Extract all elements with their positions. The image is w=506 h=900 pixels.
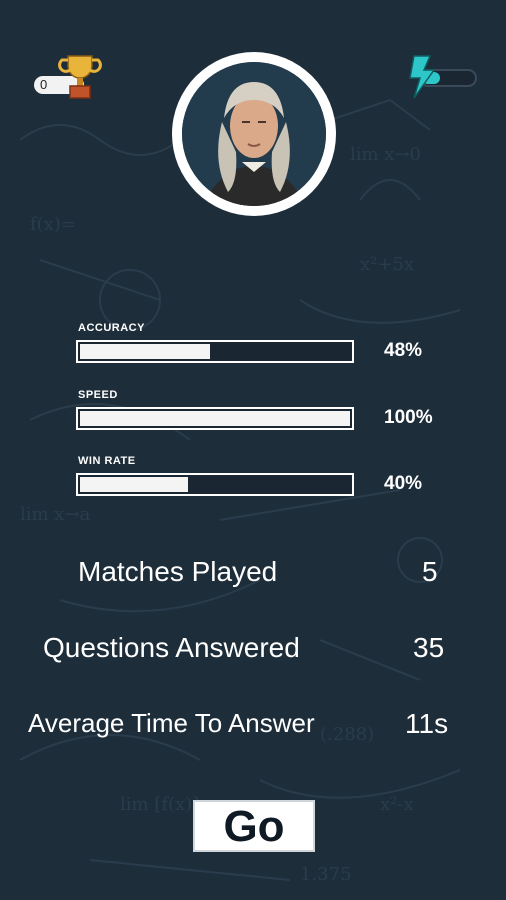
scientist-portrait-icon [182, 62, 326, 206]
accuracy-value: 48% [384, 340, 423, 361]
questions-answered-label: Questions Answered [43, 632, 300, 663]
trophy-coins-widget[interactable]: 0 [34, 52, 106, 104]
win-rate-label: WIN RATE [78, 455, 136, 467]
speed-bar-fill [80, 411, 350, 426]
trophy-icon [58, 55, 102, 99]
accuracy-bar [76, 340, 354, 363]
avatar[interactable] [172, 52, 336, 216]
svg-text:lim x→a: lim x→a [20, 504, 91, 525]
go-button[interactable]: Go [193, 800, 315, 852]
average-time-value: 11s [405, 708, 449, 739]
svg-text:x²+5x: x²+5x [360, 254, 414, 275]
questions-answered-value: 35 [413, 632, 445, 663]
win-rate-bar-fill [80, 477, 188, 492]
speed-bar [76, 407, 354, 430]
matches-played-value: 5 [422, 556, 438, 587]
avatar-image [182, 62, 326, 206]
stats-screen: lim x→0 f(x)= x²+5x lim x→a (.288) lim [… [0, 0, 506, 900]
win-rate-bar [76, 473, 354, 496]
svg-text:x²-x: x²-x [380, 794, 414, 815]
win-rate-value: 40% [384, 473, 423, 494]
svg-text:f(x)=: f(x)= [30, 214, 76, 235]
accuracy-label: ACCURACY [78, 322, 145, 334]
energy-widget[interactable] [400, 52, 480, 104]
svg-text:lim x→0: lim x→0 [350, 144, 421, 165]
svg-text:lim [f(x)]: lim [f(x)] [120, 794, 199, 815]
matches-played-label: Matches Played [78, 556, 278, 587]
average-time-label: Average Time To Answer [28, 708, 315, 738]
svg-text:(.288): (.288) [320, 724, 374, 745]
speed-label: SPEED [78, 389, 118, 401]
accuracy-bar-fill [80, 344, 210, 359]
speed-value: 100% [384, 407, 433, 428]
lightning-battery-icon [409, 55, 477, 99]
svg-text:1.375: 1.375 [300, 864, 352, 885]
